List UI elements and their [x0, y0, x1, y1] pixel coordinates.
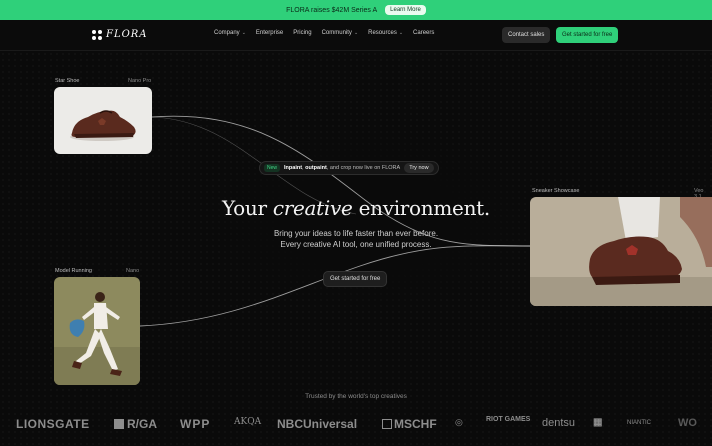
card-label-sneaker-showcase: Sneaker Showcase [532, 188, 580, 194]
logo-mschf: MSCHF [382, 417, 437, 431]
logo-wo: WO [678, 417, 697, 429]
headline-italic: creative [272, 196, 353, 220]
card-model: Nano [126, 268, 140, 274]
feature-announcement-pill[interactable]: New Inpaint, outpaint, and crop now live… [259, 161, 439, 175]
hero-get-started-button[interactable]: Get started for free [323, 271, 388, 287]
hero-headline: Your creative environment. [0, 196, 712, 220]
logo-rga: R/GA [114, 417, 157, 431]
logo-nbcuniversal: NBCUniversal [277, 417, 358, 431]
hero-subtitle-line1: Bring your ideas to life faster than eve… [273, 229, 439, 238]
card-label-star-shoe: Star Shoe [55, 78, 80, 84]
headline-pre: Your [222, 196, 273, 220]
feature-outpaint: outpaint [305, 165, 327, 171]
logo-mschf-text: MSCHF [394, 417, 437, 431]
card-label-model-running: Model Running [55, 268, 92, 274]
logo-akqa: AKQA [234, 417, 262, 427]
logo-lionsgate: LIONSGATE [16, 417, 90, 431]
logo-riot-games: RIOT GAMES [486, 416, 531, 423]
logo-wpp: WPP [180, 417, 211, 431]
grid-logo-icon: ▦ [593, 417, 603, 428]
client-logos: LIONSGATE R/GA WPP AKQA NBCUniversal MSC… [0, 413, 712, 435]
logo-rga-text: R/GA [127, 417, 157, 431]
star-shoe-image[interactable] [54, 87, 152, 154]
feature-text: Inpaint, outpaint, and crop now live on … [284, 165, 400, 171]
trusted-heading: Trusted by the world's top creatives [305, 393, 407, 400]
logo-niantic: NIANTIC [627, 420, 651, 426]
headline-post: environment. [352, 196, 491, 220]
model-running-image[interactable] [54, 277, 140, 385]
card-model: Nano Pro [128, 78, 152, 84]
logo-dentsu: dentsu [542, 417, 576, 429]
hero-subtitle-line2: Every creative AI tool, one unified proc… [280, 240, 432, 249]
feature-rest: , and crop now live on FLORA [326, 165, 401, 171]
feature-inpaint: Inpaint [284, 165, 303, 171]
new-badge: New [264, 164, 281, 172]
try-now-button[interactable]: Try now [404, 163, 434, 173]
circle-logo-icon: ◎ [455, 417, 463, 427]
